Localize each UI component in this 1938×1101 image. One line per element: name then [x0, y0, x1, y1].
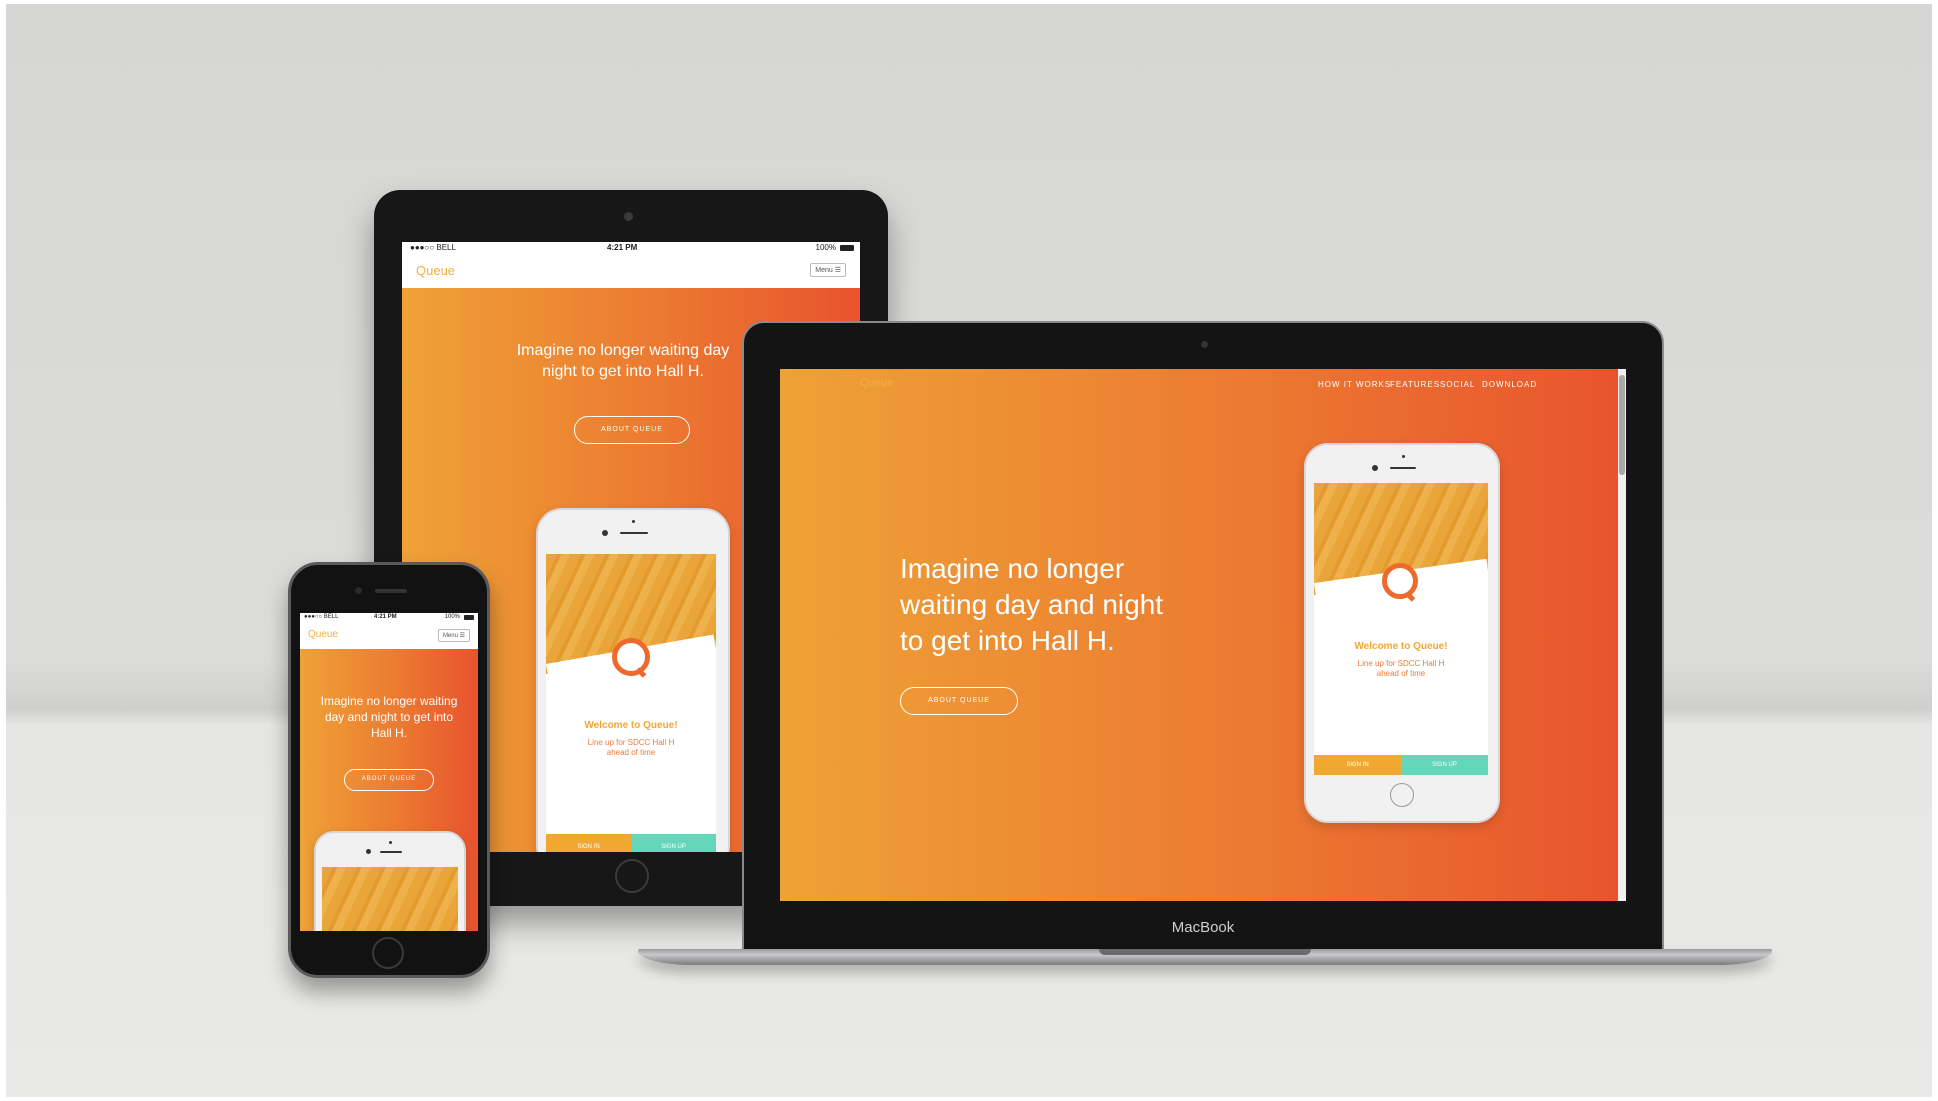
nav-bar: Queue Menu ☰ — [402, 254, 860, 289]
queue-q-logo-icon — [1382, 563, 1418, 599]
camera-icon — [1201, 341, 1208, 348]
hero-headline-line: Imagine no longer waiting — [320, 694, 458, 708]
status-bar: ●●●○○ BELL 4:21 PM 100% — [300, 613, 478, 623]
sensor-dot — [632, 520, 635, 523]
speaker-grille — [620, 532, 648, 534]
battery-icon — [464, 615, 474, 620]
nav-link-how-it-works[interactable]: HOW IT WORKS — [1318, 380, 1391, 389]
device-mockup-scene: ●●●○○ BELL 4:21 PM 100% Queue Menu ☰ Ima… — [6, 4, 1932, 1097]
speaker-grille — [1390, 467, 1416, 469]
speaker-grille — [375, 589, 407, 593]
sensor-dot — [1402, 455, 1405, 458]
phone-screen: ●●●○○ BELL 4:21 PM 100% Queue Menu ☰ Ima… — [300, 613, 478, 931]
welcome-subtitle-line: Line up for SDCC Hall H — [1357, 659, 1445, 668]
speaker-grille — [380, 851, 402, 853]
laptop-notch — [1099, 949, 1311, 955]
home-button-icon[interactable] — [615, 859, 649, 893]
carrier-label: ●●●○○ BELL — [304, 614, 339, 620]
home-button-icon[interactable] — [372, 937, 404, 969]
sign-up-button[interactable]: SIGN UP — [631, 834, 716, 852]
welcome-subtitle: Line up for SDCC Hall H ahead of time — [1314, 659, 1488, 680]
battery-label: 100% — [815, 243, 836, 252]
camera-icon — [624, 212, 633, 221]
nav-link-features[interactable]: FEATURES — [1390, 380, 1440, 389]
scrollbar-thumb[interactable] — [1619, 375, 1625, 475]
sign-up-button[interactable]: SIGN UP — [1401, 755, 1488, 775]
app-preview-screen: Welcome to Queue! Line up for SDCC Hall … — [1314, 483, 1488, 775]
hero-headline-line: Imagine no longer — [900, 553, 1125, 584]
welcome-title: Welcome to Queue! — [1354, 641, 1448, 652]
app-preview-screen — [322, 867, 458, 931]
about-queue-button[interactable]: ABOUT QUEUE — [900, 687, 1018, 715]
hero-headline-line: to get into Hall H. — [900, 625, 1115, 656]
menu-button[interactable]: Menu ☰ — [437, 629, 470, 642]
camera-icon — [602, 530, 608, 536]
hero-headline-line: Imagine no longer waiting day — [516, 342, 730, 359]
carrier-label: ●●●○○ BELL — [410, 243, 456, 252]
app-preview-phone: Welcome to Queue! Line up for SDCC Hall … — [536, 508, 730, 852]
hero-headline: Imagine no longer waiting day night to g… — [498, 340, 748, 382]
nav-link-social[interactable]: SOCIAL — [1440, 380, 1475, 389]
camera-icon — [1372, 465, 1378, 471]
status-time: 4:21 PM — [607, 243, 638, 252]
hero-section: Imagine no longer waiting day and night … — [300, 649, 478, 931]
status-bar: ●●●○○ BELL 4:21 PM 100% — [402, 242, 860, 254]
brand-logo[interactable]: Queue — [308, 629, 338, 640]
app-preview-phone: Welcome to Queue! Line up for SDCC Hall … — [1304, 443, 1500, 823]
laptop-base — [638, 949, 1772, 965]
menu-button[interactable]: Menu ☰ — [810, 263, 846, 277]
phone-device: ●●●○○ BELL 4:21 PM 100% Queue Menu ☰ Ima… — [288, 562, 490, 978]
home-button-icon — [1390, 783, 1414, 807]
brand-logo[interactable]: Queue — [860, 377, 893, 389]
status-time: 4:21 PM — [374, 614, 397, 620]
laptop-device: Queue HOW IT WORKS FEATURES SOCIAL DOWNL… — [742, 321, 1664, 957]
scrollbar[interactable] — [1618, 369, 1626, 901]
sensor-dot — [389, 841, 392, 844]
app-preview-screen: Welcome to Queue! Line up for SDCC Hall … — [546, 554, 716, 852]
welcome-subtitle: Line up for SDCC Hall H ahead of time — [546, 738, 716, 759]
app-preview-phone — [314, 831, 466, 931]
nav-bar: Queue Menu ☰ — [300, 623, 478, 650]
welcome-subtitle-line: ahead of time — [606, 748, 656, 758]
laptop-brand-label: MacBook — [1171, 919, 1235, 936]
welcome-title: Welcome to Queue! — [584, 720, 678, 731]
brand-logo[interactable]: Queue — [416, 263, 455, 278]
welcome-subtitle-line: Line up for SDCC Hall H — [587, 738, 675, 747]
battery-icon — [840, 245, 854, 251]
welcome-subtitle-line: ahead of time — [1376, 669, 1426, 679]
queue-q-logo-icon — [612, 638, 650, 676]
camera-icon — [355, 587, 362, 594]
hero-headline-line: day and night to get into — [324, 710, 454, 724]
hero-headline-line: Hall H. — [370, 726, 407, 740]
camera-icon — [366, 849, 371, 854]
hall-h-photo — [322, 867, 458, 931]
sign-in-button[interactable]: SIGN IN — [1314, 755, 1401, 775]
battery-label: 100% — [444, 614, 460, 620]
nav-link-download[interactable]: DOWNLOAD — [1482, 380, 1537, 389]
hero-headline-line: night to get into Hall H. — [542, 363, 704, 380]
about-queue-button[interactable]: ABOUT QUEUE — [344, 769, 434, 791]
laptop-screen: Queue HOW IT WORKS FEATURES SOCIAL DOWNL… — [780, 369, 1626, 901]
hero-headline: Imagine no longer waiting day and night … — [300, 693, 478, 741]
sign-in-button[interactable]: SIGN IN — [546, 834, 631, 852]
about-queue-button[interactable]: ABOUT QUEUE — [574, 416, 690, 444]
hero-headline: Imagine no longer waiting day and night … — [900, 551, 1163, 659]
hero-headline-line: waiting day and night — [900, 589, 1164, 620]
